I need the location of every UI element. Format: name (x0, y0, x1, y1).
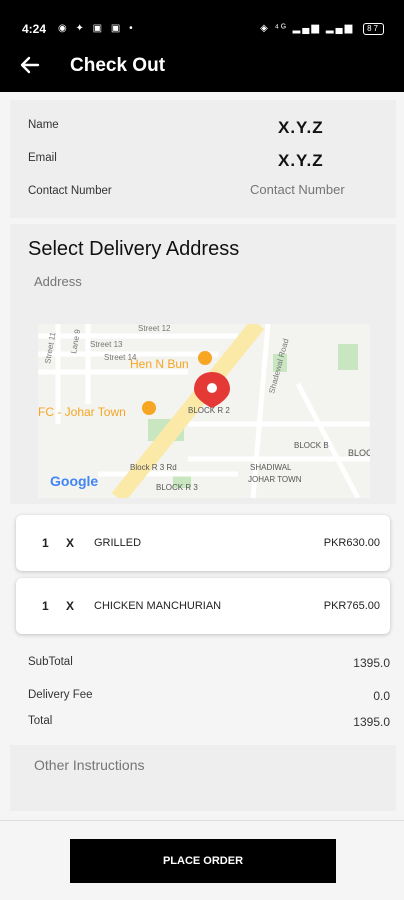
map-label-johar-town: JOHAR TOWN (248, 475, 302, 484)
item-quantity: 1 (42, 536, 49, 550)
status-bar: 4:24 ◉ ✦ ▣ ▣ • ◈ ⁴ᴳ ▂▄▆ ▂▄▆ 87 (0, 0, 404, 40)
map-label-street12: Street 12 (138, 324, 171, 333)
email-value: X.Y.Z (278, 151, 324, 170)
map-label-block-c: BLOC C ك (348, 448, 370, 458)
other-instructions-input[interactable] (34, 757, 374, 797)
contact-details-card: Name X.Y.Z Email X.Y.Z Contact Number (10, 100, 396, 218)
back-arrow-icon[interactable] (18, 53, 42, 77)
system-icons: ◈ ⁴ᴳ ▂▄▆ ▂▄▆ 87 (260, 23, 384, 35)
map-label-block-r3-rd: Block R 3 Rd (130, 463, 177, 472)
map-park (338, 344, 358, 370)
instructions-card (10, 745, 396, 811)
item-multiply: X (66, 599, 75, 613)
delivery-fee-value: 0.0 (373, 689, 390, 703)
map-label-street13: Street 13 (90, 340, 123, 349)
map-label-block-r3: BLOCK R 3 (156, 483, 198, 492)
map-label-block-r2: BLOCK R 2 (188, 406, 230, 415)
name-value: X.Y.Z (278, 118, 324, 137)
place-order-button[interactable]: PLACE ORDER (70, 839, 336, 883)
page-title: Check Out (70, 55, 166, 76)
delivery-address-heading: Select Delivery Address (28, 238, 240, 260)
order-item: 1 X GRILLED PKR630.00 (16, 515, 390, 571)
bottom-divider (0, 820, 404, 821)
restaurant-poi-icon (142, 401, 156, 415)
map-poi-hen-n-bun: Hen N Bun (130, 357, 189, 371)
item-name: GRILLED (94, 537, 142, 549)
subtotal-value: 1395.0 (353, 656, 390, 670)
map-label-block-b: BLOCK B (294, 441, 329, 450)
app-bar: Check Out (0, 40, 404, 92)
subtotal-row: SubTotal 1395.0 (28, 656, 390, 670)
address-input[interactable] (34, 274, 374, 289)
item-quantity: 1 (42, 599, 49, 613)
delivery-fee-label: Delivery Fee (28, 689, 93, 701)
item-price: PKR630.00 (323, 537, 380, 549)
address-map[interactable]: Street 12 Street 13 Street 14 Street 11 … (38, 324, 370, 498)
contact-number-input[interactable] (250, 182, 390, 197)
email-label: Email (28, 152, 57, 164)
total-label: Total (28, 715, 53, 727)
subtotal-label: SubTotal (28, 656, 73, 668)
total-value: 1395.0 (353, 715, 390, 729)
status-time: 4:24 (22, 22, 47, 36)
order-item: 1 X CHICKEN MANCHURIAN PKR765.00 (16, 578, 390, 634)
google-logo: Google (50, 473, 98, 489)
contact-number-label: Contact Number (28, 185, 112, 197)
item-multiply: X (66, 536, 75, 550)
notification-icons: ◉ ✦ ▣ ▣ • (58, 23, 136, 34)
item-price: PKR765.00 (323, 600, 380, 612)
item-name: CHICKEN MANCHURIAN (94, 600, 222, 612)
name-label: Name (28, 119, 59, 131)
map-poi-kfc: FC - Johar Town (38, 405, 126, 419)
signal-icons: ◈ ⁴ᴳ ▂▄▆ ▂▄▆ (260, 23, 355, 34)
total-row: Total 1395.0 (28, 715, 390, 729)
delivery-fee-row: Delivery Fee 0.0 (28, 689, 390, 703)
delivery-address-card: Select Delivery Address Address Street 1… (10, 224, 396, 504)
battery-icon: 87 (363, 23, 384, 35)
map-label-shadiwal: SHADIWAL (250, 463, 292, 472)
restaurant-poi-icon (198, 351, 212, 365)
